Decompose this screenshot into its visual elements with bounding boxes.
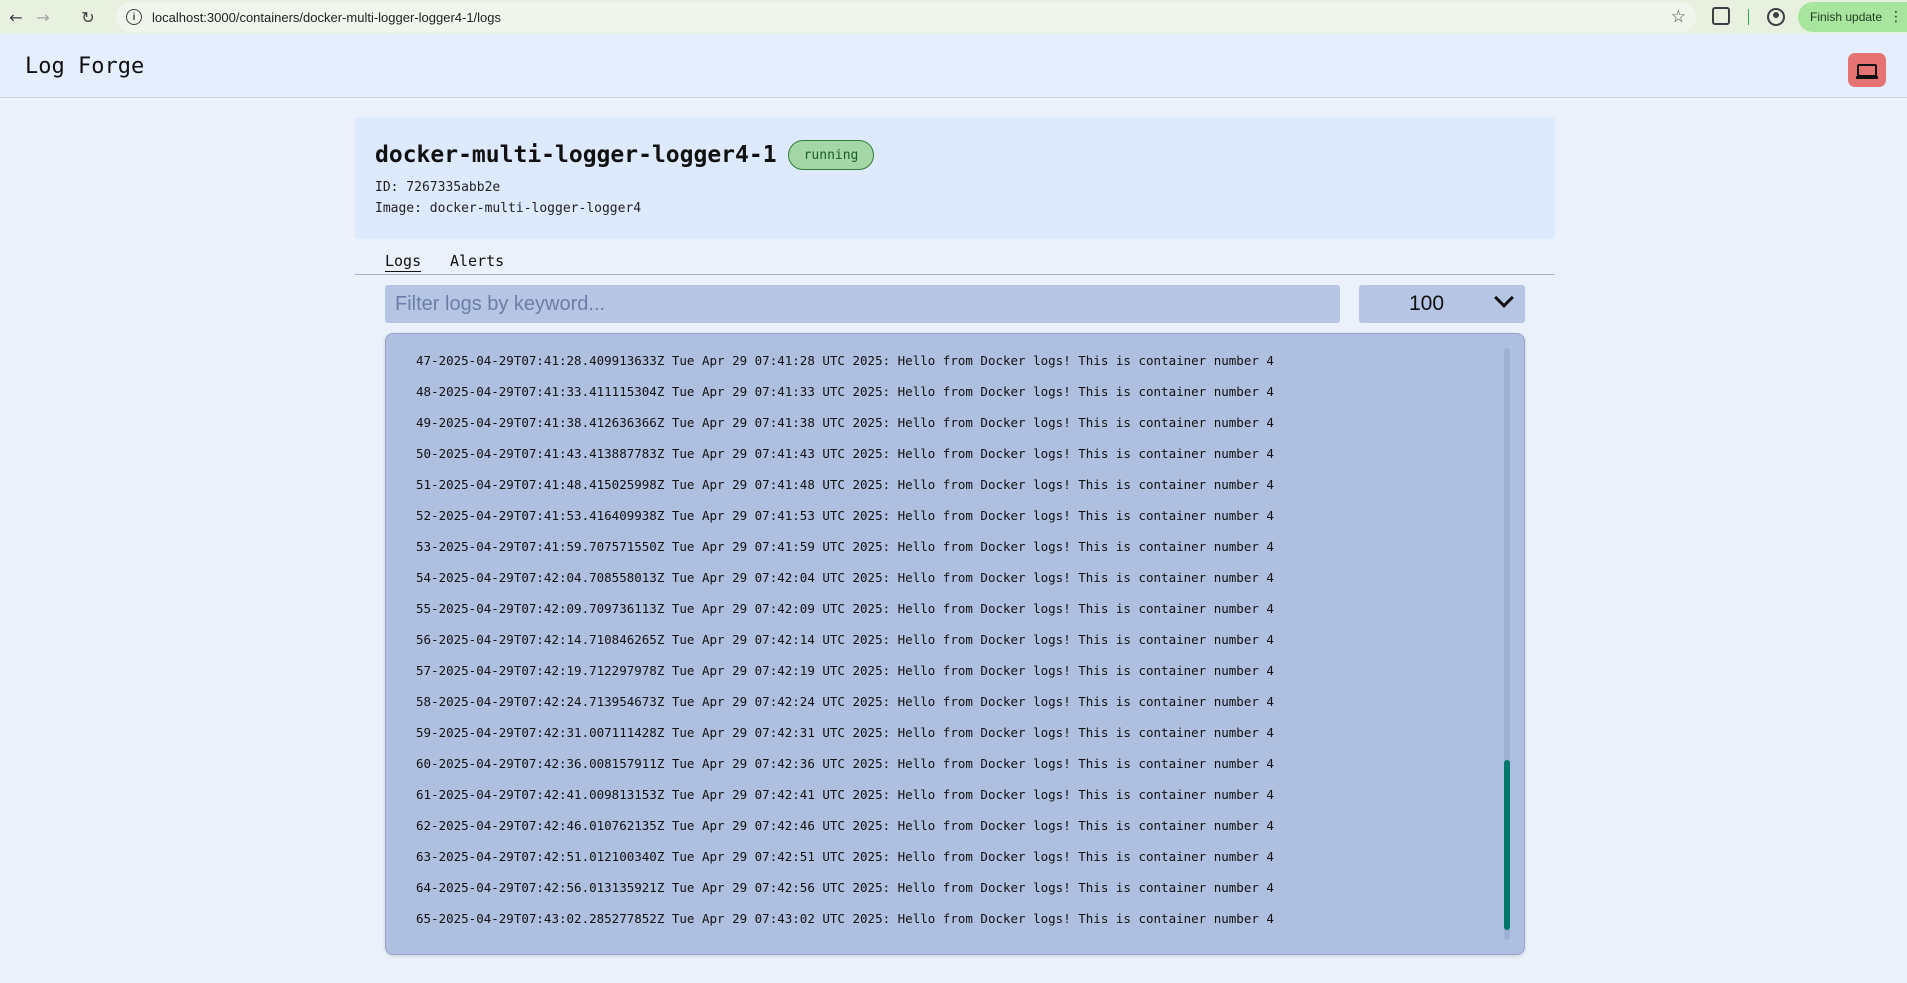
toolbar-divider — [1748, 9, 1749, 25]
log-line: 60-2025-04-29T07:42:36.008157911Z Tue Ap… — [416, 756, 1274, 771]
log-line: 58-2025-04-29T07:42:24.713954673Z Tue Ap… — [416, 694, 1274, 709]
tab-bar: Logs Alerts — [355, 246, 1555, 275]
log-line: 54-2025-04-29T07:42:04.708558013Z Tue Ap… — [416, 570, 1274, 585]
log-line: 56-2025-04-29T07:42:14.710846265Z Tue Ap… — [416, 632, 1274, 647]
browser-toolbar: ← → ↻ i localhost:3000/containers/docker… — [0, 0, 1907, 34]
app-header: Log Forge — [0, 34, 1907, 98]
laptop-icon — [1857, 63, 1877, 77]
log-line: 50-2025-04-29T07:41:43.413887783Z Tue Ap… — [416, 446, 1274, 461]
status-badge: running — [788, 140, 874, 170]
log-line: 53-2025-04-29T07:41:59.707571550Z Tue Ap… — [416, 539, 1274, 554]
log-limit-value: 100 — [1409, 292, 1445, 315]
log-line: 51-2025-04-29T07:41:48.415025998Z Tue Ap… — [416, 477, 1274, 492]
log-line: 52-2025-04-29T07:41:53.416409938Z Tue Ap… — [416, 508, 1274, 523]
finish-update-button[interactable]: Finish update ⋮ — [1798, 2, 1907, 32]
log-line: 57-2025-04-29T07:42:19.712297978Z Tue Ap… — [416, 663, 1274, 678]
logs-panel[interactable]: 47-2025-04-29T07:41:28.409913633Z Tue Ap… — [385, 333, 1525, 955]
back-icon[interactable]: ← — [4, 5, 28, 29]
profile-icon[interactable] — [1767, 8, 1785, 26]
container-name: docker-multi-logger-logger4-1 — [375, 142, 777, 168]
finish-update-label: Finish update — [1810, 10, 1883, 24]
laptop-button[interactable] — [1848, 53, 1886, 87]
kebab-menu-icon[interactable]: ⋮ — [1889, 9, 1903, 25]
log-limit-select[interactable]: 100 — [1359, 285, 1525, 323]
address-bar[interactable]: i localhost:3000/containers/docker-multi… — [116, 2, 1696, 32]
logs-scrollbar[interactable] — [1504, 348, 1510, 940]
log-line: 49-2025-04-29T07:41:38.412636366Z Tue Ap… — [416, 415, 1274, 430]
bookmark-star-icon[interactable]: ☆ — [1671, 7, 1686, 27]
container-info-card: docker-multi-logger-logger4-1 running ID… — [355, 117, 1555, 239]
log-line: 65-2025-04-29T07:43:02.285277852Z Tue Ap… — [416, 911, 1274, 926]
log-filter-input[interactable] — [385, 285, 1340, 323]
log-line: 48-2025-04-29T07:41:33.411115304Z Tue Ap… — [416, 384, 1274, 399]
extensions-icon[interactable] — [1712, 7, 1730, 25]
log-line: 59-2025-04-29T07:42:31.007111428Z Tue Ap… — [416, 725, 1274, 740]
reload-icon[interactable]: ↻ — [76, 5, 100, 29]
site-info-icon[interactable]: i — [126, 9, 142, 25]
url-text[interactable]: localhost:3000/containers/docker-multi-l… — [152, 10, 501, 25]
log-line: 64-2025-04-29T07:42:56.013135921Z Tue Ap… — [416, 880, 1274, 895]
forward-icon[interactable]: → — [31, 5, 55, 29]
logs-scrollbar-thumb[interactable] — [1504, 760, 1510, 930]
log-line: 62-2025-04-29T07:42:46.010762135Z Tue Ap… — [416, 818, 1274, 833]
chevron-down-icon — [1494, 288, 1514, 308]
container-image: Image: docker-multi-logger-logger4 — [375, 201, 642, 216]
tab-logs[interactable]: Logs — [385, 252, 422, 272]
log-line: 47-2025-04-29T07:41:28.409913633Z Tue Ap… — [416, 353, 1274, 368]
app-title: Log Forge — [25, 54, 145, 79]
log-line: 63-2025-04-29T07:42:51.012100340Z Tue Ap… — [416, 849, 1274, 864]
laptop-base — [1856, 76, 1878, 79]
container-id: ID: 7267335abb2e — [375, 180, 501, 195]
log-line: 61-2025-04-29T07:42:41.009813153Z Tue Ap… — [416, 787, 1274, 802]
log-line: 55-2025-04-29T07:42:09.709736113Z Tue Ap… — [416, 601, 1274, 616]
tab-alerts[interactable]: Alerts — [450, 252, 504, 270]
